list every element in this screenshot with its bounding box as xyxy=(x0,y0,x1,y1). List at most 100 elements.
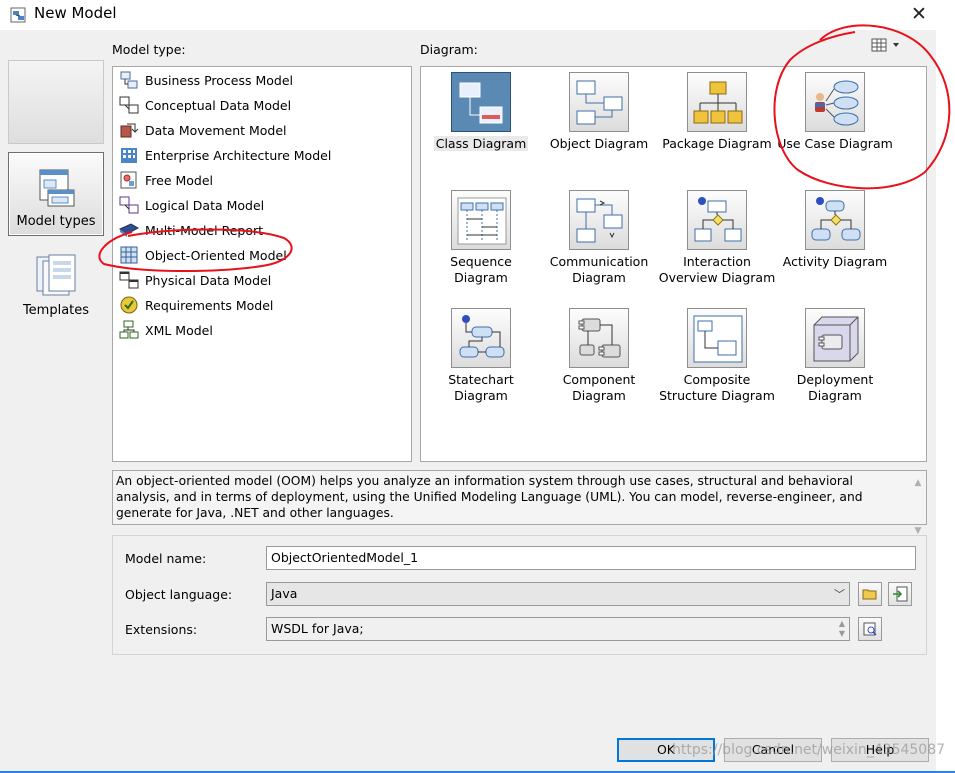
class-diagram-icon xyxy=(459,82,503,124)
sidebar-item-label: Templates xyxy=(22,303,90,318)
list-item-label: Business Process Model xyxy=(145,72,294,88)
description-scrollbar[interactable]: ▲ ▼ xyxy=(912,475,924,536)
list-item-label: Logical Data Model xyxy=(145,197,265,213)
model-type-label: Model type: xyxy=(112,42,186,57)
diagram-object[interactable]: Object Diagram xyxy=(540,72,658,152)
extensions-value: WSDL for Java; xyxy=(271,621,364,636)
list-item-label: Physical Data Model xyxy=(145,272,272,288)
diagram-label-deployment: Deployment Diagram xyxy=(796,372,874,403)
list-item-requirements[interactable]: Requirements Model xyxy=(119,294,273,316)
multi-model-report-icon xyxy=(119,223,139,237)
view-mode-button[interactable] xyxy=(870,38,904,56)
list-item-enterprise-architecture[interactable]: Enterprise Architecture Model xyxy=(119,144,331,166)
requirements-icon xyxy=(120,296,138,314)
diagram-label-package: Package Diagram xyxy=(662,136,772,151)
object-language-label: Object language: xyxy=(125,587,233,602)
object-diagram-icon xyxy=(576,80,623,125)
diagram-label-use-case: Use Case Diagram xyxy=(777,136,893,151)
statechart-diagram-icon xyxy=(459,315,505,358)
sidebar-item-model-types[interactable]: Model types xyxy=(8,152,104,236)
list-item-object-oriented[interactable]: Object-Oriented Model xyxy=(119,244,287,266)
sidebar-item-blank[interactable] xyxy=(8,60,104,144)
list-item-physical-data[interactable]: Physical Data Model xyxy=(119,269,271,291)
extensions-field[interactable]: WSDL for Java; ▲ ▼ xyxy=(266,617,850,641)
sidebar-item-templates[interactable]: Templates xyxy=(8,248,104,324)
diagram-label-communication: Communication Diagram xyxy=(549,254,649,285)
list-item-label: XML Model xyxy=(145,322,213,338)
model-properties: Model name: ObjectOrientedModel_1 Object… xyxy=(112,535,927,655)
model-name-input[interactable]: ObjectOrientedModel_1 xyxy=(266,546,916,570)
close-icon[interactable]: ✕ xyxy=(896,0,942,30)
composite-structure-icon xyxy=(693,315,743,363)
xml-model-icon xyxy=(119,320,139,339)
browse-folder-button[interactable] xyxy=(858,582,882,606)
diagram-class[interactable]: Class Diagram xyxy=(422,72,540,152)
package-diagram-icon xyxy=(693,81,743,124)
title-bar: New Model ✕ xyxy=(0,0,955,30)
diagram-sequence[interactable]: Sequence Diagram xyxy=(422,190,540,286)
conceptual-data-icon xyxy=(119,96,139,114)
use-case-diagram-icon xyxy=(815,80,859,126)
model-name-value: ObjectOrientedModel_1 xyxy=(271,550,419,565)
diagram-deployment[interactable]: Deployment Diagram xyxy=(776,308,894,404)
list-item-conceptual-data[interactable]: Conceptual Data Model xyxy=(119,94,291,116)
list-item-label: Requirements Model xyxy=(145,297,274,313)
deployment-diagram-icon xyxy=(813,316,859,362)
list-item-logical-data[interactable]: Logical Data Model xyxy=(119,194,264,216)
extensions-label: Extensions: xyxy=(125,622,198,637)
business-process-icon xyxy=(120,71,138,89)
sidebar-item-label: Model types xyxy=(16,214,96,229)
enterprise-architecture-icon xyxy=(121,148,137,163)
diagram-label-composite-structure: Composite Structure Diagram xyxy=(659,372,775,403)
model-types-icon xyxy=(39,169,75,207)
list-item-free-model[interactable]: Free Model xyxy=(119,169,213,191)
list-item-label: Object-Oriented Model xyxy=(145,247,287,263)
list-item-business-process[interactable]: Business Process Model xyxy=(119,69,293,91)
free-model-icon xyxy=(120,171,137,189)
list-item-label: Data Movement Model xyxy=(145,122,287,138)
select-extensions-button[interactable] xyxy=(858,617,882,641)
diagram-label-statechart: Statechart Diagram xyxy=(448,372,514,403)
diagram-label-sequence: Sequence Diagram xyxy=(450,254,512,285)
object-language-select[interactable]: Java ﹀ xyxy=(266,582,850,606)
diagram-composite-structure[interactable]: Composite Structure Diagram xyxy=(658,308,776,404)
window-edge xyxy=(936,30,955,773)
extensions-spinner[interactable]: ▲ ▼ xyxy=(839,619,845,639)
import-language-button[interactable] xyxy=(888,582,912,606)
diagram-interaction-overview[interactable]: Interaction Overview Diagram xyxy=(658,190,776,286)
diagram-activity[interactable]: Activity Diagram xyxy=(776,190,894,270)
diagram-package[interactable]: Package Diagram xyxy=(658,72,776,152)
model-type-list[interactable]: Business Process Model Conceptual Data M… xyxy=(112,66,412,462)
watermark: https://blog.csdn.net/weixin_43545087 xyxy=(672,742,946,758)
physical-data-icon xyxy=(119,271,139,289)
view-mode-icon xyxy=(871,38,899,52)
object-oriented-icon xyxy=(120,246,138,264)
component-diagram-icon xyxy=(578,318,621,358)
diagram-label: Diagram: xyxy=(420,42,478,57)
object-language-value: Java xyxy=(271,586,298,601)
interaction-overview-icon xyxy=(694,197,742,242)
sequence-diagram-icon xyxy=(457,197,507,245)
new-model-app-icon xyxy=(10,7,26,23)
diagram-component[interactable]: Component Diagram xyxy=(540,308,658,404)
diagram-label-activity: Activity Diagram xyxy=(782,254,888,269)
folder-icon xyxy=(862,589,877,600)
list-item-multi-model-report[interactable]: Multi-Model Report xyxy=(119,219,263,241)
model-name-label: Model name: xyxy=(125,551,207,566)
list-item-data-movement[interactable]: Data Movement Model xyxy=(119,119,287,141)
model-description: An object-oriented model (OOM) helps you… xyxy=(112,470,927,536)
diagram-communication[interactable]: Communication Diagram xyxy=(540,190,658,286)
data-movement-icon xyxy=(120,123,139,138)
chevron-down-icon: ﹀ xyxy=(834,588,845,601)
diagram-grid[interactable]: Class Diagram Object Diagram Package Dia… xyxy=(420,66,927,462)
list-item-label: Conceptual Data Model xyxy=(145,97,292,113)
templates-icon xyxy=(36,254,76,296)
list-item-xml-model[interactable]: XML Model xyxy=(119,319,213,341)
diagram-use-case[interactable]: Use Case Diagram xyxy=(776,72,894,152)
diagram-statechart[interactable]: Statechart Diagram xyxy=(422,308,540,404)
logical-data-icon xyxy=(119,196,139,214)
diagram-label-class: Class Diagram xyxy=(433,136,529,151)
activity-diagram-icon xyxy=(811,197,861,241)
diagram-label-component: Component Diagram xyxy=(562,372,636,403)
communication-diagram-icon xyxy=(576,198,623,243)
